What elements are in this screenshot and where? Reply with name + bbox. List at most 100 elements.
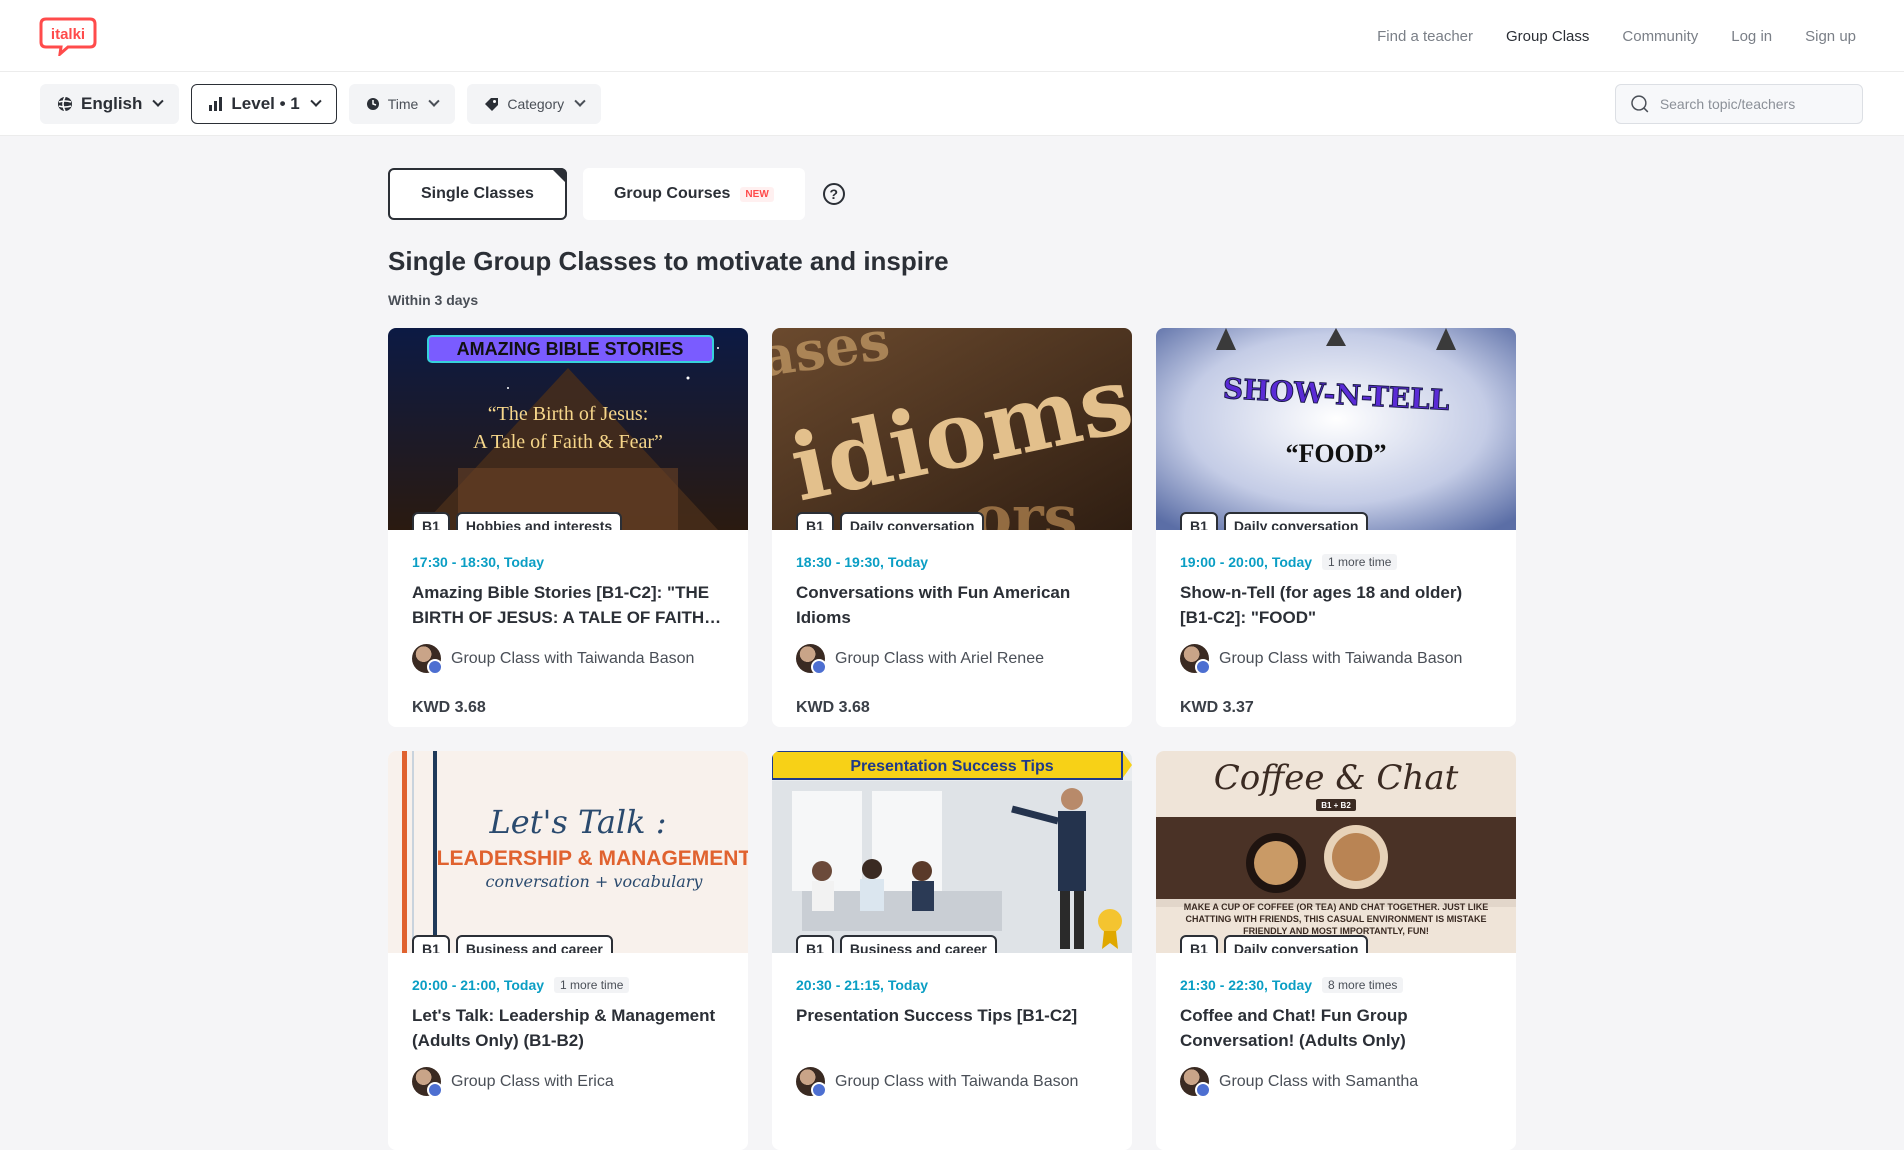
level-tag: B1 — [412, 512, 450, 530]
nav-find-teacher[interactable]: Find a teacher — [1377, 28, 1473, 45]
teacher-row: Group Class with Ariel Renee — [796, 644, 1108, 675]
nav-sign-up[interactable]: Sign up — [1805, 28, 1856, 45]
tab-single-classes[interactable]: Single Classes — [388, 168, 567, 220]
class-thumbnail: Presentation Success Tips B1 Business an… — [772, 751, 1132, 953]
class-time-text: 18:30 - 19:30, Today — [796, 554, 929, 570]
avatar — [412, 644, 443, 675]
class-thumbnail: Coffee & Chat B1 + B2 MAKE A CUP OF COFF… — [1156, 751, 1516, 953]
more-times-badge[interactable]: 8 more times — [1322, 977, 1404, 993]
language-filter[interactable]: English — [40, 84, 180, 124]
class-card[interactable]: AMAZING BIBLE STORIES “The Birth of Jesu… — [388, 328, 748, 727]
tab-group-courses-label: Group Courses — [613, 185, 731, 202]
class-card[interactable]: Presentation Success Tips B1 Business an… — [772, 751, 1132, 1150]
level-tag: B1 — [796, 935, 834, 953]
help-icon[interactable]: ? — [822, 183, 845, 205]
chevron-down-icon — [574, 95, 586, 107]
teacher-name: Group Class with Ariel Renee — [835, 649, 1044, 667]
class-title[interactable]: Coffee and Chat! Fun Group Conversation!… — [1180, 1003, 1492, 1053]
card-tags: B1 Daily conversation — [1180, 512, 1369, 530]
card-tags: B1 Business and career — [796, 935, 997, 953]
class-title[interactable]: Presentation Success Tips [B1-C2] — [796, 1003, 1108, 1053]
class-price: KWD 3.37 — [1180, 699, 1254, 716]
teacher-name: Group Class with Erica — [451, 1072, 614, 1090]
clock-icon — [366, 98, 379, 110]
class-card-grid: AMAZING BIBLE STORIES “The Birth of Jesu… — [388, 328, 1516, 1150]
teacher-row: Group Class with Taiwanda Bason — [412, 644, 724, 675]
bible-stories-image: AMAZING BIBLE STORIES “The Birth of Jesu… — [388, 328, 748, 530]
svg-text:A Tale of Faith & Fear”: A Tale of Faith & Fear” — [473, 431, 663, 453]
teacher-name: Group Class with Taiwanda Bason — [835, 1072, 1079, 1090]
class-time-text: 21:30 - 22:30, Today — [1180, 977, 1313, 993]
more-times-badge[interactable]: 1 more time — [554, 977, 630, 993]
avatar — [1180, 644, 1211, 675]
chevron-down-icon — [310, 95, 322, 107]
class-card[interactable]: Let's Talk : LEADERSHIP & MANAGEMENT con… — [388, 751, 748, 1150]
class-title[interactable]: Show-n-Tell (for ages 18 and older) [B1-… — [1180, 580, 1492, 630]
class-time: 17:30 - 18:30, Today — [412, 552, 724, 572]
card-body: 20:30 - 21:15, Today Presentation Succes… — [772, 953, 1132, 1098]
class-time-text: 19:00 - 20:00, Today — [1180, 554, 1313, 570]
class-thumbnail: Let's Talk : LEADERSHIP & MANAGEMENT con… — [388, 751, 748, 953]
tab-single-classes-label: Single Classes — [421, 185, 534, 202]
search-input[interactable] — [1659, 96, 1848, 112]
teacher-row: Group Class with Taiwanda Bason — [1180, 644, 1492, 675]
class-thumbnail: AMAZING BIBLE STORIES “The Birth of Jesu… — [388, 328, 748, 530]
teacher-row: Group Class with Samantha — [1180, 1067, 1492, 1098]
filter-bar: English Level • 1 Time Category — [0, 72, 1904, 136]
class-card[interactable]: Coffee & Chat B1 + B2 MAKE A CUP OF COFF… — [1156, 751, 1516, 1150]
class-card[interactable]: ases idioms ors B1 Daily conversation 18… — [772, 328, 1132, 727]
svg-text:AMAZING BIBLE STORIES: AMAZING BIBLE STORIES — [457, 339, 684, 359]
class-title[interactable]: Let's Talk: Leadership & Management (Adu… — [412, 1003, 724, 1053]
svg-text:LEADERSHIP & MANAGEMENT: LEADERSHIP & MANAGEMENT — [437, 847, 748, 870]
avatar — [796, 644, 827, 675]
class-time: 18:30 - 19:30, Today — [796, 552, 1108, 572]
class-price: KWD 3.68 — [412, 699, 486, 716]
chevron-down-icon — [152, 95, 165, 107]
class-time: 20:00 - 21:00, Today 1 more time — [412, 975, 724, 995]
tab-group-courses[interactable]: Group Courses NEW — [582, 168, 805, 220]
avatar — [796, 1067, 827, 1098]
class-thumbnail: ases idioms ors B1 Daily conversation — [772, 328, 1132, 530]
chevron-down-icon — [428, 95, 440, 107]
italki-logo[interactable]: italki — [38, 16, 98, 56]
leadership-image: Let's Talk : LEADERSHIP & MANAGEMENT con… — [388, 751, 748, 953]
filter-group: English Level • 1 Time Category — [40, 84, 602, 124]
svg-text:Let's Talk :: Let's Talk : — [489, 803, 667, 841]
language-icon — [58, 96, 72, 112]
search-box — [1615, 84, 1863, 124]
category-tag: Daily conversation — [1223, 512, 1369, 530]
nav-community[interactable]: Community — [1622, 28, 1698, 45]
card-body: 17:30 - 18:30, Today Amazing Bible Stori… — [388, 530, 748, 717]
level-tag: B1 — [1180, 512, 1218, 530]
teacher-name: Group Class with Taiwanda Bason — [1219, 649, 1463, 667]
category-tag: Business and career — [455, 935, 613, 953]
class-title[interactable]: Amazing Bible Stories [B1-C2]: "THE BIRT… — [412, 580, 724, 630]
category-tag: Business and career — [839, 935, 997, 953]
svg-text:conversation + vocabulary: conversation + vocabulary — [486, 872, 704, 891]
category-filter[interactable]: Category — [467, 84, 602, 124]
more-times-badge[interactable]: 1 more time — [1322, 554, 1398, 570]
card-body: 18:30 - 19:30, Today Conversations with … — [772, 530, 1132, 717]
language-filter-label: English — [81, 94, 143, 113]
class-time-text: 17:30 - 18:30, Today — [412, 554, 545, 570]
card-body: 20:00 - 21:00, Today 1 more time Let's T… — [388, 953, 748, 1098]
svg-text:Presentation Success Tips: Presentation Success Tips — [850, 758, 1053, 775]
card-body: 21:30 - 22:30, Today 8 more times Coffee… — [1156, 953, 1516, 1098]
time-filter[interactable]: Time — [348, 84, 456, 124]
level-filter[interactable]: Level • 1 — [191, 84, 337, 124]
nav-log-in[interactable]: Log in — [1731, 28, 1772, 45]
presentation-tips-image: Presentation Success Tips — [772, 751, 1132, 953]
top-header: italki Find a teacher Group Class Commun… — [0, 0, 1904, 72]
tag-icon — [485, 97, 499, 111]
teacher-name: Group Class with Taiwanda Bason — [451, 649, 695, 667]
svg-text:B1 + B2: B1 + B2 — [1321, 801, 1351, 810]
class-card[interactable]: SHOW-N-TELL “FOOD” B1 Daily conversation… — [1156, 328, 1516, 727]
level-tag: B1 — [412, 935, 450, 953]
nav-group-class[interactable]: Group Class — [1506, 28, 1589, 45]
teacher-name: Group Class with Samantha — [1219, 1072, 1419, 1090]
svg-text:“The Birth of Jesus:: “The Birth of Jesus: — [488, 403, 649, 425]
class-price: KWD 3.68 — [796, 699, 870, 716]
page-title: Single Group Classes to motivate and ins… — [388, 246, 949, 276]
class-time: 19:00 - 20:00, Today 1 more time — [1180, 552, 1492, 572]
class-title[interactable]: Conversations with Fun American Idioms — [796, 580, 1108, 630]
